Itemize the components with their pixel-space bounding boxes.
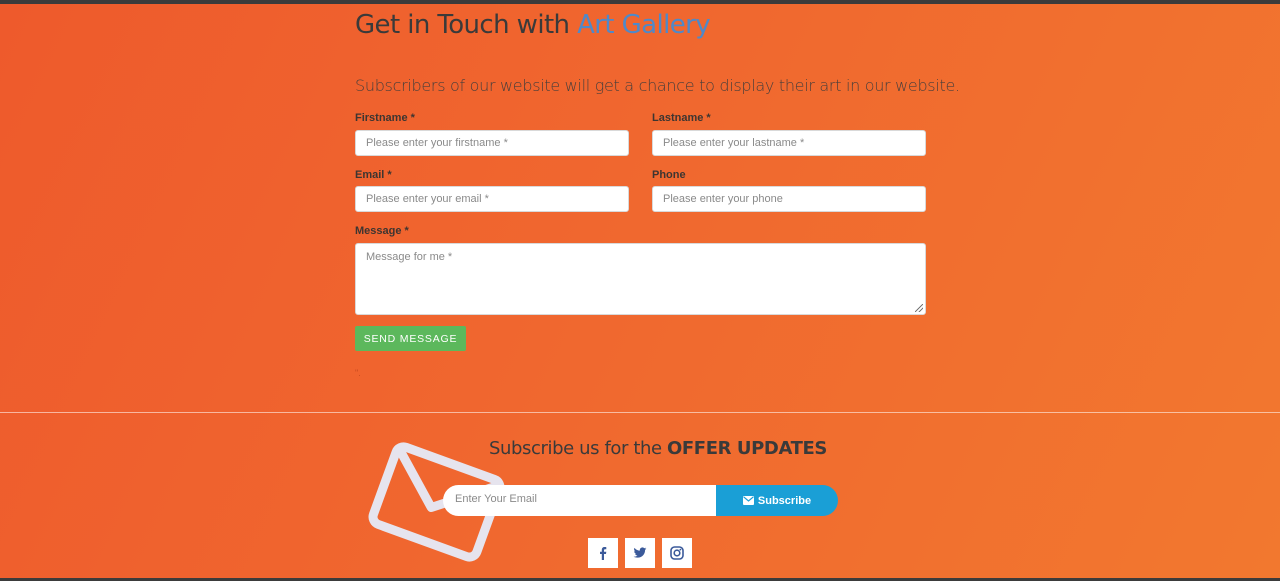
contact-subtitle: Subscribers of our website will get a ch…: [355, 76, 960, 95]
subscribe-heading-prefix: Subscribe us for the: [489, 438, 667, 459]
firstname-label: Firstname *: [355, 112, 415, 124]
message-label: Message *: [355, 225, 409, 237]
facebook-icon: [600, 547, 607, 560]
subscribe-button-label: Subscribe: [757, 494, 812, 507]
email-input[interactable]: Please enter your email *: [355, 186, 629, 212]
instagram-icon: [670, 546, 684, 560]
subscribe-email-input[interactable]: Enter Your Email: [443, 485, 716, 516]
subscribe-heading-bold: OFFER UPDATES: [667, 438, 827, 459]
twitter-link[interactable]: [625, 538, 655, 568]
facebook-link[interactable]: [588, 538, 618, 568]
send-message-button[interactable]: SEND MESSAGE: [355, 326, 466, 351]
stray-mark: ".: [355, 368, 361, 378]
lastname-input[interactable]: Please enter your lastname *: [652, 130, 926, 156]
top-bar: [0, 0, 1280, 4]
title-text: Get in Touch with: [355, 10, 578, 40]
envelope-small-icon: [742, 496, 754, 505]
message-placeholder: Message for me *: [366, 251, 453, 263]
subscribe-form: Enter Your Email Subscribe: [443, 485, 838, 516]
section-divider: [0, 412, 1280, 413]
subscribe-heading: Subscribe us for the OFFER UPDATES: [489, 438, 827, 459]
firstname-input[interactable]: Please enter your firstname *: [355, 130, 629, 156]
instagram-link[interactable]: [662, 538, 692, 568]
resize-handle[interactable]: [915, 304, 923, 312]
page-title: Get in Touch with Art Gallery: [355, 10, 711, 40]
phone-label: Phone: [652, 169, 686, 181]
twitter-icon: [633, 547, 647, 558]
message-textarea[interactable]: Message for me *: [355, 243, 926, 315]
title-accent: Art Gallery: [577, 10, 711, 40]
lastname-label: Lastname *: [652, 112, 711, 124]
email-label: Email *: [355, 169, 392, 181]
phone-input[interactable]: Please enter your phone: [652, 186, 926, 212]
subscribe-button[interactable]: Subscribe: [716, 485, 838, 516]
